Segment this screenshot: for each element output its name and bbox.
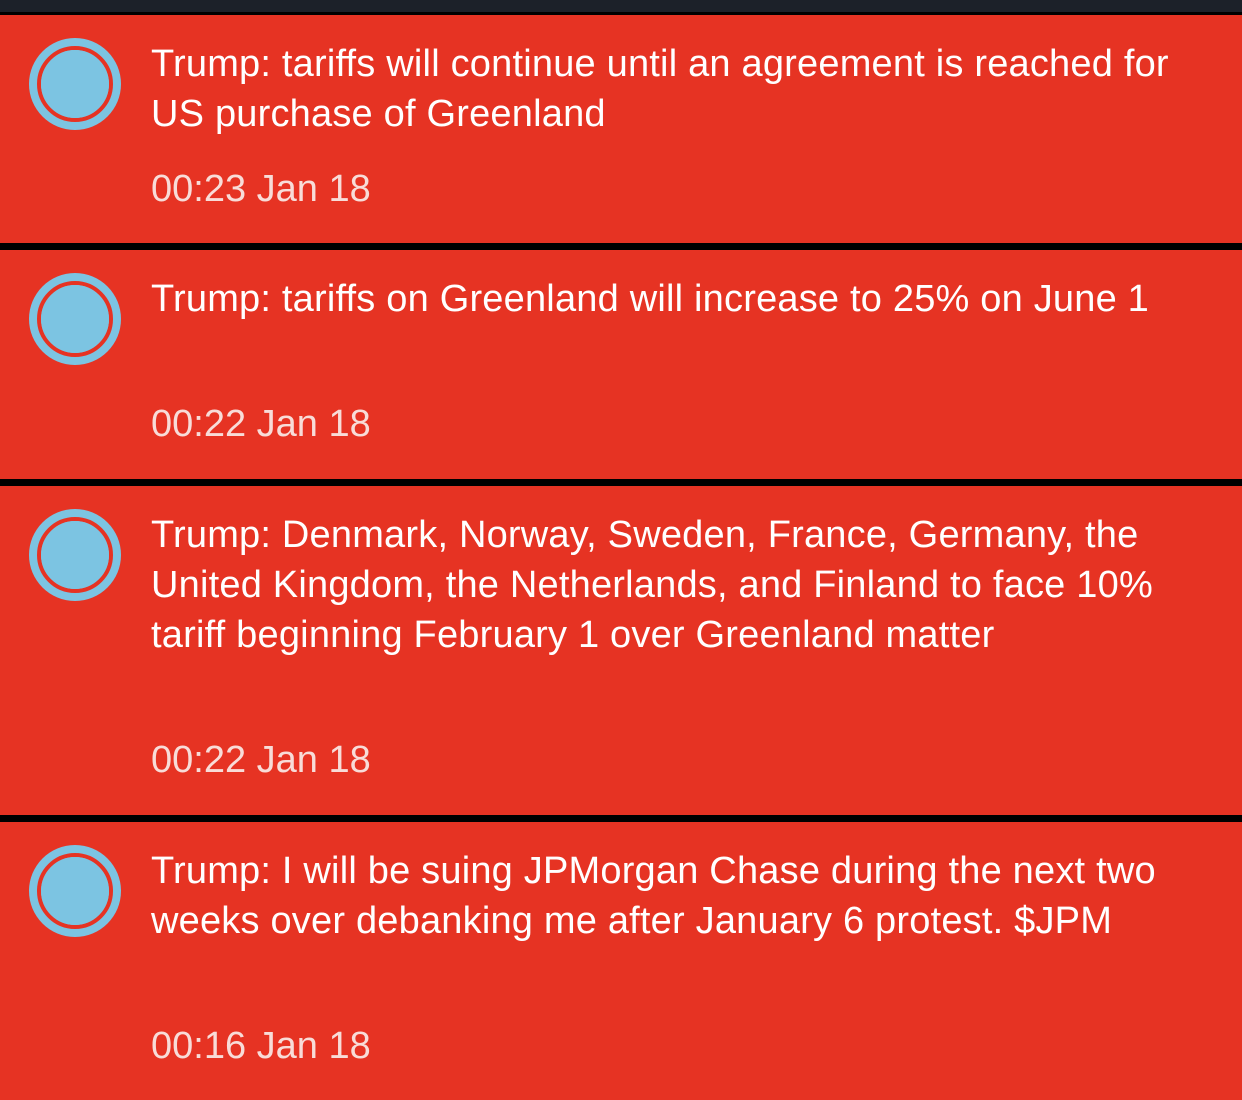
news-item[interactable]: Trump: Denmark, Norway, Sweden, France, … (0, 486, 1242, 815)
news-headline: Trump: I will be suing JPMorgan Chase du… (151, 850, 1156, 942)
news-item[interactable]: Trump: tariffs will continue until an ag… (0, 15, 1242, 243)
news-timestamp: 00:22 Jan 18 (151, 403, 371, 445)
status-dot-icon (29, 845, 121, 937)
status-dot-icon (29, 509, 121, 601)
status-dot-icon (29, 38, 121, 130)
news-item[interactable]: Trump: I will be suing JPMorgan Chase du… (0, 822, 1242, 1100)
news-timestamp: 00:22 Jan 18 (151, 739, 371, 781)
news-feed: Trump: tariffs will continue until an ag… (0, 0, 1242, 1100)
news-headline: Trump: Denmark, Norway, Sweden, France, … (151, 514, 1153, 656)
status-dot-icon (29, 273, 121, 365)
news-headline: Trump: tariffs on Greenland will increas… (151, 278, 1150, 320)
news-item[interactable]: Trump: tariffs on Greenland will increas… (0, 250, 1242, 479)
news-headline: Trump: tariffs will continue until an ag… (151, 43, 1169, 135)
news-timestamp: 00:16 Jan 18 (151, 1025, 371, 1067)
news-timestamp: 00:23 Jan 18 (151, 168, 371, 210)
